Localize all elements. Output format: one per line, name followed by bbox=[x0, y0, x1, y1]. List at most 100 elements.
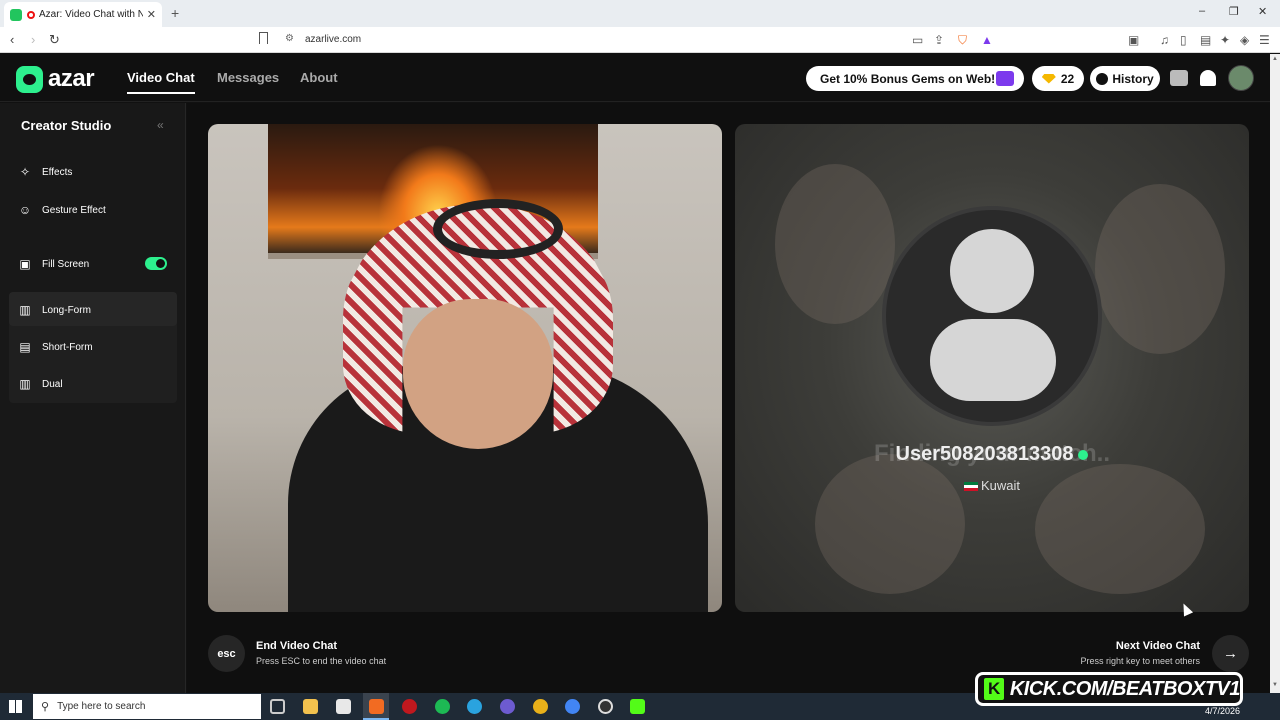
sidebar-item-gesture-effect[interactable]: ☺ Gesture Effect bbox=[18, 203, 106, 217]
kick-studio-icon[interactable] bbox=[630, 699, 645, 714]
address-bar: ‹ › ↻ ⚙ azarlive.com ▭ ⇪ ⛉ ▲ ▣ ♫ ▯ ▤ ✦ ◈… bbox=[0, 27, 1280, 53]
scroll-up-icon[interactable]: ▲ bbox=[1272, 56, 1278, 62]
taskbar-search[interactable]: ⚲ Type here to search bbox=[33, 694, 261, 719]
kick-watermark: K KICK.COM/BEATBOXTV1 bbox=[975, 672, 1243, 706]
close-tab-icon[interactable]: ✕ bbox=[147, 8, 156, 21]
brave-rewards-icon[interactable]: ▲ bbox=[981, 33, 993, 47]
music-icon[interactable]: ♫ bbox=[1160, 33, 1169, 47]
short-form-icon: ▤ bbox=[19, 340, 31, 354]
screen-icon[interactable]: ▭ bbox=[912, 33, 923, 47]
forward-icon[interactable]: › bbox=[31, 32, 35, 47]
sidebar-item-long-form[interactable]: ▥ Long-Form bbox=[18, 303, 91, 317]
end-chat-title: End Video Chat bbox=[256, 640, 338, 652]
creator-studio-sidebar: Creator Studio « ✧ Effects ☺ Gesture Eff… bbox=[0, 103, 186, 693]
partner-username: User508203813308 bbox=[735, 443, 1249, 466]
site-info-icon[interactable]: ⚙ bbox=[285, 33, 294, 44]
app-header: azar Video Chat Messages About Get 10% B… bbox=[0, 54, 1270, 102]
kuwait-flag-icon bbox=[963, 482, 978, 492]
effects-label: Effects bbox=[42, 166, 73, 178]
collapse-sidebar-icon[interactable]: « bbox=[157, 118, 164, 132]
discord-icon[interactable] bbox=[500, 699, 515, 714]
taskbar-search-placeholder: Type here to search bbox=[57, 701, 146, 712]
close-window-button[interactable]: ✕ bbox=[1258, 5, 1267, 18]
history-button[interactable]: History bbox=[1090, 66, 1160, 91]
store-icon[interactable] bbox=[1170, 70, 1188, 86]
blurred-background bbox=[1095, 184, 1225, 354]
new-tab-button[interactable]: + bbox=[171, 5, 179, 21]
end-chat-button[interactable]: esc bbox=[208, 635, 245, 672]
scroll-down-icon[interactable]: ▼ bbox=[1272, 682, 1278, 688]
person-face bbox=[403, 299, 553, 449]
obs-icon[interactable] bbox=[598, 699, 613, 714]
sidebar-item-fill-screen: ▣ Fill Screen bbox=[18, 257, 89, 271]
gems-button[interactable]: 22 bbox=[1032, 66, 1084, 91]
default-avatar-body bbox=[930, 319, 1056, 401]
dual-label: Dual bbox=[42, 378, 63, 390]
brave-browser-icon[interactable] bbox=[369, 699, 384, 714]
magic-wand-icon: ✧ bbox=[19, 165, 31, 179]
blurred-background bbox=[815, 454, 965, 594]
avatar[interactable] bbox=[1228, 65, 1254, 91]
bonus-gems-button[interactable]: Get 10% Bonus Gems on Web! bbox=[806, 66, 1024, 91]
minimize-button[interactable]: – bbox=[1199, 5, 1205, 17]
azar-logo-icon bbox=[16, 65, 43, 93]
partner-country: Kuwait bbox=[735, 478, 1249, 493]
back-icon[interactable]: ‹ bbox=[10, 32, 14, 47]
recorder-icon[interactable] bbox=[402, 699, 417, 714]
reader-icon[interactable]: ▯ bbox=[1180, 33, 1187, 47]
country-name: Kuwait bbox=[980, 478, 1021, 493]
azar-favicon-icon bbox=[10, 8, 22, 21]
fill-screen-icon: ▣ bbox=[19, 257, 31, 271]
search-icon: ⚲ bbox=[41, 701, 50, 713]
brave-shield-icon[interactable]: ⛉ bbox=[958, 33, 967, 48]
leo-icon[interactable]: ✦ bbox=[1220, 33, 1230, 47]
nav-video-chat[interactable]: Video Chat bbox=[127, 70, 195, 94]
sidebar-item-short-form[interactable]: ▤ Short-Form bbox=[18, 340, 93, 354]
file-explorer-icon[interactable] bbox=[303, 699, 318, 714]
browser-tab[interactable]: Azar: Video Chat with New Pe ✕ bbox=[4, 2, 162, 27]
nav-messages[interactable]: Messages bbox=[217, 70, 279, 85]
url-field[interactable]: azarlive.com bbox=[305, 34, 361, 45]
nav-about[interactable]: About bbox=[300, 70, 338, 85]
restore-button[interactable]: ❐ bbox=[1229, 5, 1239, 18]
reload-icon[interactable]: ↻ bbox=[49, 32, 60, 48]
long-form-label: Long-Form bbox=[42, 304, 91, 316]
kick-watermark-text: KICK.COM/BEATBOXTV1 bbox=[1009, 677, 1241, 700]
end-chat-hint: Press ESC to end the video chat bbox=[256, 656, 387, 666]
recording-icon bbox=[27, 10, 35, 19]
page-scrollbar[interactable]: ▲ ▼ bbox=[1270, 54, 1280, 693]
bookmark-icon[interactable] bbox=[259, 32, 268, 44]
sidebar-toggle-icon[interactable]: ▣ bbox=[1128, 33, 1139, 47]
tab-title: Azar: Video Chat with New Pe bbox=[39, 9, 143, 20]
next-chat-hint: Press right key to meet others bbox=[1080, 656, 1200, 666]
menu-icon[interactable]: ☰ bbox=[1259, 33, 1270, 47]
chrome-icon[interactable] bbox=[565, 699, 580, 714]
windows-start-icon[interactable] bbox=[9, 700, 22, 713]
telegram-icon[interactable] bbox=[467, 699, 482, 714]
taskbar-date: 4/7/2026 bbox=[1205, 706, 1241, 716]
store-app-icon[interactable] bbox=[336, 699, 351, 714]
next-chat-button[interactable]: → bbox=[1212, 635, 1249, 672]
wallet-icon[interactable]: ▤ bbox=[1200, 33, 1211, 47]
gesture-label: Gesture Effect bbox=[42, 204, 106, 216]
blurred-background bbox=[775, 164, 895, 324]
task-view-icon[interactable] bbox=[270, 699, 285, 714]
logo-text: azar bbox=[48, 65, 95, 92]
dual-icon: ▥ bbox=[19, 377, 31, 391]
local-video bbox=[208, 124, 722, 612]
sidebar-item-dual[interactable]: ▥ Dual bbox=[18, 377, 63, 391]
username-text: User508203813308 bbox=[895, 443, 1074, 465]
bell-icon[interactable] bbox=[1200, 70, 1216, 86]
online-status-icon bbox=[1078, 449, 1089, 460]
long-form-icon: ▥ bbox=[19, 303, 31, 317]
promo-label: Get 10% Bonus Gems on Web! bbox=[820, 71, 996, 86]
sidebar-title: Creator Studio bbox=[21, 118, 112, 133]
chrome-profile-icon[interactable] bbox=[533, 699, 548, 714]
share-icon[interactable]: ⇪ bbox=[934, 33, 944, 47]
short-form-label: Short-Form bbox=[42, 341, 93, 353]
fill-screen-toggle[interactable] bbox=[145, 257, 167, 270]
azar-logo[interactable]: azar bbox=[16, 65, 95, 93]
spotify-icon[interactable] bbox=[435, 699, 450, 714]
sidebar-item-effects[interactable]: ✧ Effects bbox=[18, 165, 72, 179]
vpn-icon[interactable]: ◈ bbox=[1240, 33, 1249, 47]
